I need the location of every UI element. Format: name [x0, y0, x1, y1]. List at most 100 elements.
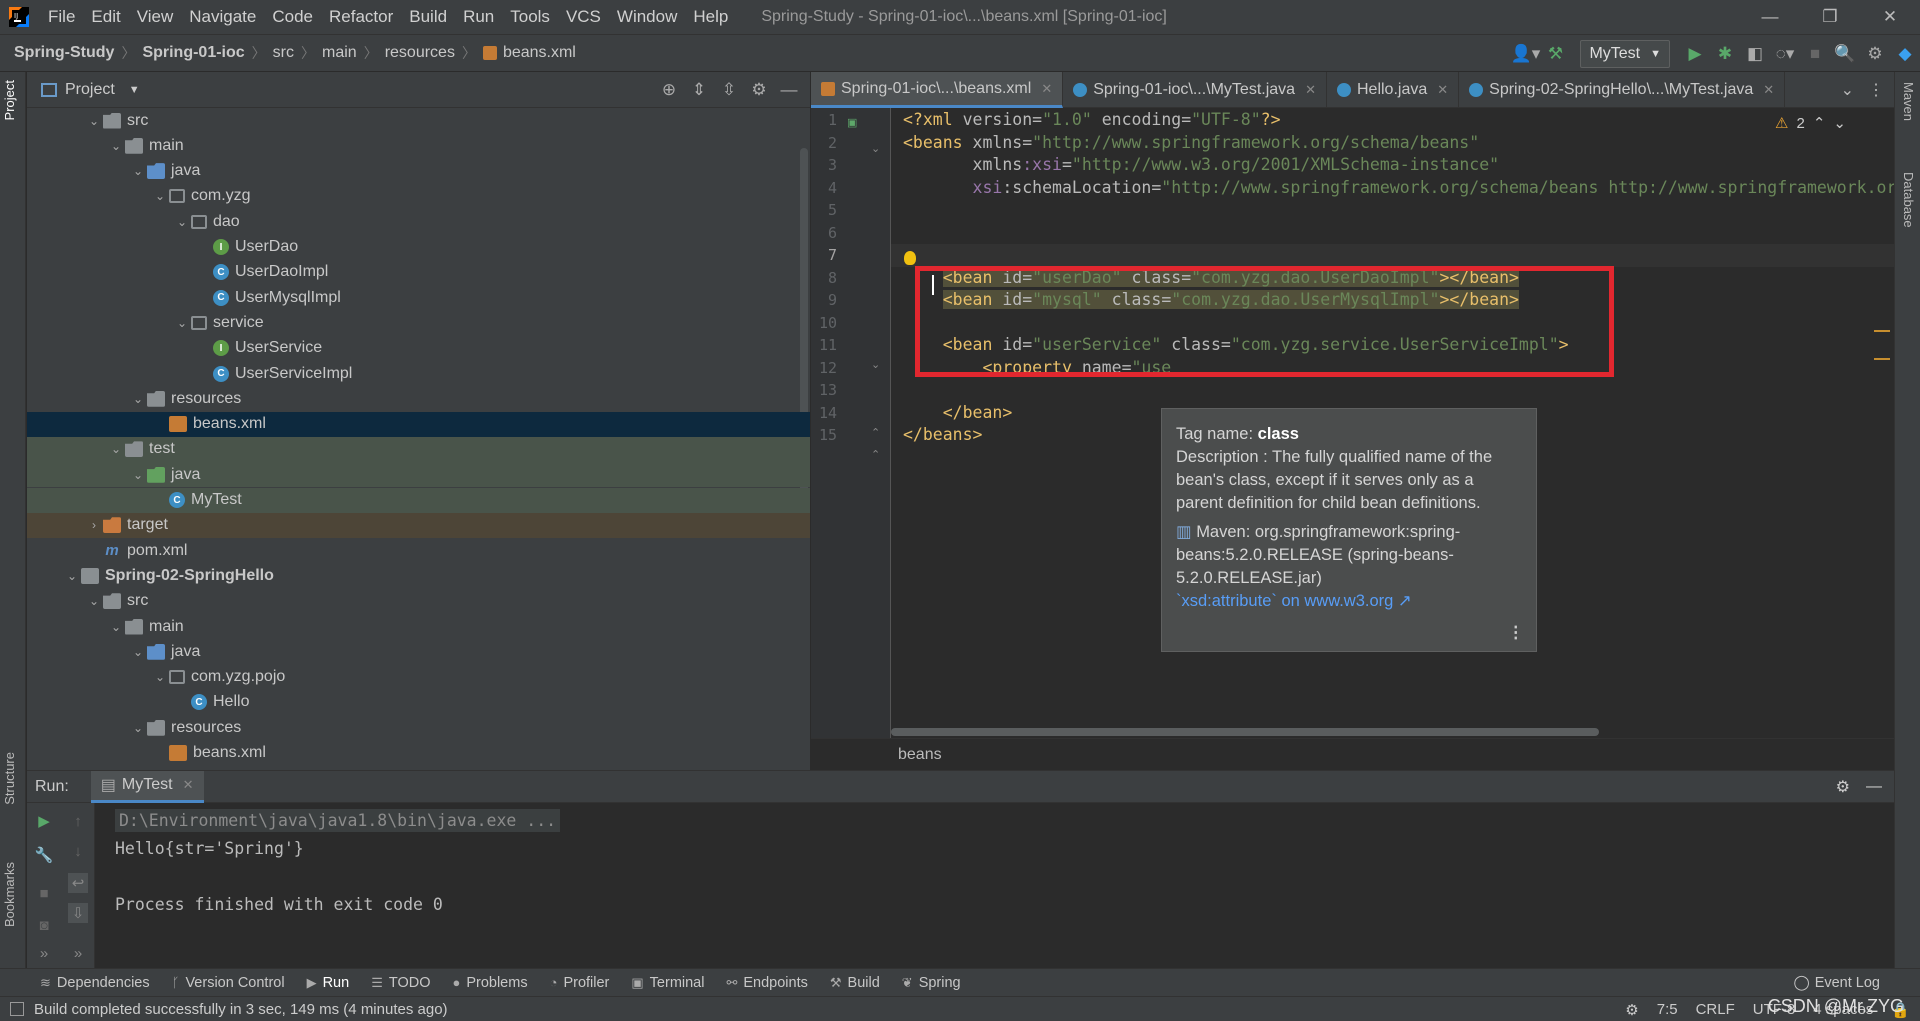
coverage-icon[interactable]: ◧	[1740, 39, 1770, 69]
structure-side-tab[interactable]: Structure	[2, 752, 17, 805]
chevron-down-icon[interactable]: ⌄	[85, 594, 103, 608]
scroll-to-end-icon[interactable]: ⇩	[68, 903, 88, 923]
restore-icon[interactable]: ❐	[1800, 0, 1860, 34]
menu-refactor[interactable]: Refactor	[321, 0, 401, 34]
tree-node[interactable]: C MyTest	[27, 487, 810, 513]
gear-icon[interactable]: ⚙	[744, 75, 774, 105]
tree-node[interactable]: › target	[27, 512, 810, 538]
toolbox-icon[interactable]: ◆	[1890, 39, 1920, 69]
editor-tab[interactable]: Spring-02-SpringHello\...\MyTest.java ✕	[1459, 72, 1786, 108]
project-side-tab[interactable]: Project	[2, 80, 17, 120]
more-icon[interactable]: »	[68, 943, 88, 963]
tree-node[interactable]: ⌄ src	[27, 589, 810, 614]
tool-tab-build[interactable]: ⚒ Build	[830, 975, 880, 991]
menu-view[interactable]: View	[129, 0, 182, 34]
tree-node[interactable]: ⌄ src	[27, 108, 810, 133]
editor-horizontal-scrollbar[interactable]	[891, 728, 1599, 736]
tree-node[interactable]: ⌄ dao	[27, 209, 810, 234]
chevron-right-icon[interactable]: ›	[85, 518, 103, 532]
chevron-down-icon[interactable]: ⌄	[129, 468, 147, 482]
editor-tab[interactable]: Spring-01-ioc\...\beans.xml ✕	[811, 72, 1064, 108]
user-icon[interactable]: 👤▾	[1510, 39, 1541, 69]
chevron-down-icon[interactable]: ⌄	[85, 114, 103, 128]
chevron-down-icon[interactable]: ⌄	[129, 721, 147, 735]
tree-node[interactable]: C UserDaoImpl	[27, 260, 810, 285]
debug-icon[interactable]: ✱	[1710, 39, 1740, 69]
git-icon[interactable]: ⚙	[1625, 1001, 1638, 1019]
tool-tab-spring[interactable]: ❦ Spring	[902, 975, 961, 991]
tab-list-chevron-icon[interactable]: ⌄	[1841, 72, 1854, 108]
expand-all-icon[interactable]: ⇕	[684, 75, 714, 105]
gear-icon[interactable]: ⚙	[1860, 39, 1890, 69]
error-stripe-mark[interactable]	[1874, 330, 1890, 332]
breadcrumb-item[interactable]: beans.xml	[482, 44, 576, 62]
tree-node[interactable]: ⌄ java	[27, 159, 810, 184]
fold-icon[interactable]: ⌃	[871, 448, 880, 461]
menu-edit[interactable]: Edit	[83, 0, 128, 34]
close-icon[interactable]: ✕	[1041, 81, 1052, 97]
editor-tab[interactable]: Hello.java ✕	[1327, 72, 1460, 108]
menu-navigate[interactable]: Navigate	[181, 0, 264, 34]
close-icon[interactable]: ✕	[1305, 82, 1316, 98]
chevron-down-icon[interactable]: ⌄	[107, 442, 125, 456]
status-message[interactable]: Build completed successfully in 3 sec, 1…	[34, 1001, 448, 1018]
tool-tab-problems[interactable]: ● Problems	[452, 975, 527, 991]
menu-file[interactable]: File	[40, 0, 83, 34]
breadcrumb-item[interactable]: src	[273, 44, 294, 62]
breadcrumb-item[interactable]: main	[322, 44, 357, 62]
fold-icon[interactable]: ⌄	[871, 358, 880, 371]
chevron-down-icon[interactable]: ▼	[129, 84, 140, 96]
search-icon[interactable]: 🔍	[1830, 39, 1860, 69]
chevron-down-icon[interactable]: ⌄	[129, 164, 147, 178]
run-tab-mytest[interactable]: ▤ MyTest ✕	[90, 770, 204, 803]
breadcrumb-item[interactable]: Spring-Study	[14, 44, 114, 62]
tool-tab-dependencies[interactable]: ≋ Dependencies	[40, 975, 150, 991]
minimize-icon[interactable]: —	[1740, 0, 1800, 34]
tree-node[interactable]: ⌄ java	[27, 639, 810, 664]
maven-side-tab[interactable]: Maven	[1901, 82, 1916, 121]
tree-node[interactable]: C Hello	[27, 690, 810, 715]
tree-node[interactable]: ⌄ com.yzg	[27, 184, 810, 209]
run-config-select[interactable]: MyTest ▼	[1580, 40, 1670, 68]
wrench-icon[interactable]: 🔧	[34, 845, 54, 865]
close-icon[interactable]: ✕	[1763, 82, 1774, 98]
menu-tools[interactable]: Tools	[502, 0, 558, 34]
fold-icon[interactable]: ⌃	[871, 426, 880, 439]
line-separator[interactable]: CRLF	[1696, 1001, 1735, 1018]
close-icon[interactable]: ✕	[183, 777, 194, 793]
editor-breadcrumb[interactable]: beans	[898, 746, 942, 764]
console-output[interactable]: D:\Environment\java\java1.8\bin\java.exe…	[115, 807, 1894, 968]
tool-tab-todo[interactable]: ☰ TODO	[371, 975, 430, 991]
tree-node[interactable]: ⌄ service	[27, 310, 810, 335]
build-hammer-icon[interactable]: ⚒	[1540, 39, 1570, 69]
menu-code[interactable]: Code	[264, 0, 321, 34]
close-icon[interactable]: ✕	[1860, 0, 1920, 34]
arrow-up-icon[interactable]: ↑	[68, 811, 88, 831]
chevron-down-icon[interactable]: ⌄	[151, 189, 169, 203]
gear-icon[interactable]: ⚙	[1836, 777, 1850, 797]
tree-node[interactable]: I UserService	[27, 336, 810, 361]
tool-tab-endpoints[interactable]: ⚯ Endpoints	[726, 975, 807, 991]
tree-node[interactable]: beans.xml	[27, 411, 810, 437]
tool-tab-version-control[interactable]: ᚴ Version Control	[172, 975, 285, 991]
chevron-down-icon[interactable]: ⌄	[63, 569, 81, 583]
menu-window[interactable]: Window	[609, 0, 685, 34]
database-side-tab[interactable]: Database	[1901, 172, 1916, 228]
tree-node[interactable]: m pom.xml	[27, 538, 810, 563]
tool-tab-terminal[interactable]: ▣ Terminal	[631, 975, 704, 991]
more-icon[interactable]: ⋮	[1508, 622, 1525, 645]
close-icon[interactable]: ✕	[1437, 82, 1448, 98]
tree-node[interactable]: ⌄ test	[27, 436, 810, 462]
event-log-tab[interactable]: ◯ Event Log	[1793, 969, 1880, 997]
arrow-down-icon[interactable]: ↓	[68, 841, 88, 861]
tree-node[interactable]: ⌄ resources	[27, 715, 810, 740]
chevron-down-icon[interactable]: ⌄	[1833, 114, 1846, 132]
inspection-widget[interactable]: ⚠ 2 ⌃ ⌄	[1775, 114, 1846, 133]
stop-icon[interactable]: ■	[1800, 39, 1830, 69]
menu-vcs[interactable]: VCS	[558, 0, 609, 34]
tree-node[interactable]: ⌄ main	[27, 133, 810, 158]
status-toggle-icon[interactable]	[10, 1002, 24, 1016]
menu-help[interactable]: Help	[685, 0, 736, 34]
bean-gutter-icon[interactable]: ▣	[847, 116, 857, 129]
bookmarks-side-tab[interactable]: Bookmarks	[2, 862, 17, 927]
